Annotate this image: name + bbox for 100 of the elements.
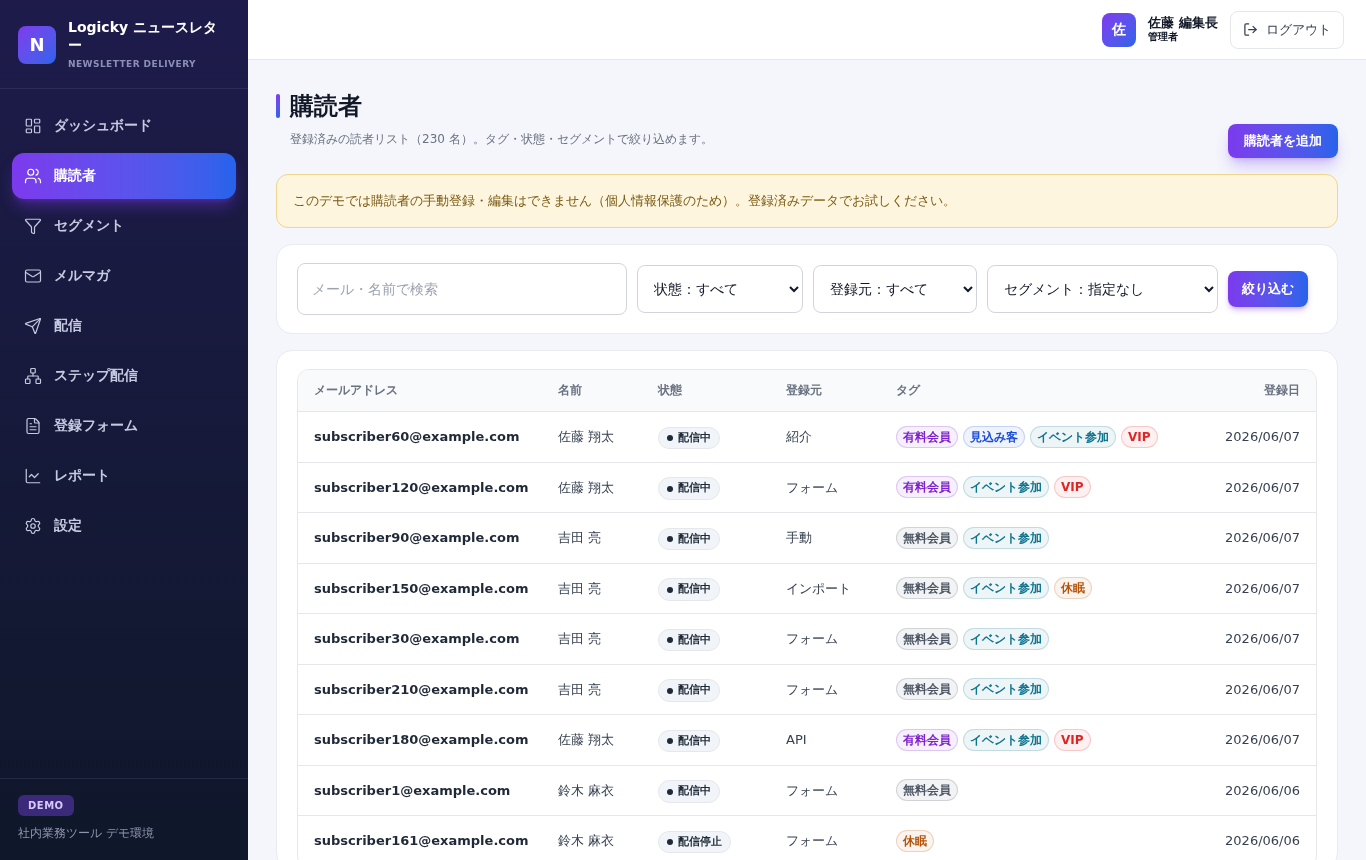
nodes-icon [24, 366, 42, 385]
name-cell: 鈴木 麻衣 [542, 765, 642, 816]
sidebar-item[interactable]: 登録フォーム [12, 402, 236, 449]
date-cell: 2026/06/07 [1208, 512, 1316, 563]
sidebar-item[interactable]: ステップ配信 [12, 352, 236, 399]
tag: イベント参加 [963, 476, 1049, 499]
page-title: 購読者 [290, 91, 362, 122]
date-cell: 2026/06/07 [1208, 613, 1316, 664]
send-icon [24, 316, 42, 335]
status-pill: 配信中 [658, 477, 720, 500]
tag: 休眠 [1054, 577, 1092, 600]
source-cell: フォーム [770, 765, 880, 816]
sidebar-item[interactable]: メルマガ [12, 252, 236, 299]
date-cell: 2026/06/07 [1208, 462, 1316, 513]
tag: 無料会員 [896, 627, 958, 650]
email-cell: subscriber90@example.com [298, 512, 542, 563]
filter-select[interactable]: 状態：すべて [637, 264, 803, 313]
sidebar-item[interactable]: ダッシュボード [12, 102, 236, 149]
name-cell: 吉田 亮 [542, 664, 642, 715]
name-cell: 吉田 亮 [542, 613, 642, 664]
environment-note: 社内業務ツール デモ環境 [18, 825, 154, 842]
title-accent [276, 94, 280, 118]
source-cell: フォーム [770, 613, 880, 664]
tag: イベント参加 [963, 678, 1049, 701]
source-cell: インポート [770, 563, 880, 614]
filter-icon [24, 216, 42, 235]
name-cell: 鈴木 麻衣 [542, 815, 642, 860]
document-icon [24, 416, 42, 435]
user-role: 管理者 [1148, 31, 1180, 44]
tag: 有料会員 [896, 728, 958, 751]
sidebar-item[interactable]: 配信 [12, 302, 236, 349]
tag: イベント参加 [1030, 425, 1116, 448]
email-cell: subscriber60@example.com [298, 411, 542, 462]
date-cell: 2026/06/07 [1208, 714, 1316, 765]
filter-select[interactable]: セグメント：指定なし [987, 264, 1218, 313]
column-header: 登録元 [770, 369, 880, 412]
sidebar-item[interactable]: 設定 [12, 502, 236, 549]
app-title: Logicky ニュースレター [68, 18, 218, 54]
tag: イベント参加 [963, 526, 1049, 549]
tag: 有料会員 [896, 476, 958, 499]
email-cell: subscriber1@example.com [298, 765, 542, 816]
tag: 無料会員 [896, 779, 958, 802]
name-cell: 吉田 亮 [542, 512, 642, 563]
name-cell: 佐藤 翔太 [542, 411, 642, 462]
name-cell: 吉田 亮 [542, 563, 642, 614]
tag: イベント参加 [963, 627, 1049, 650]
column-header: メールアドレス [298, 369, 542, 412]
column-header: 状態 [642, 369, 770, 412]
column-header: 名前 [542, 369, 642, 412]
filter-select[interactable]: 登録元：すべて [813, 264, 977, 313]
email-cell: subscriber210@example.com [298, 664, 542, 715]
tag: 無料会員 [896, 577, 958, 600]
date-cell: 2026/06/07 [1208, 563, 1316, 614]
email-cell: subscriber180@example.com [298, 714, 542, 765]
tag: 有料会員 [896, 425, 958, 448]
logout-icon [1243, 22, 1258, 37]
sidebar-item[interactable]: レポート [12, 452, 236, 499]
status-pill: 配信中 [658, 628, 720, 652]
settings-icon [24, 516, 42, 535]
search-field[interactable]: メール・名前で検索 [297, 262, 627, 315]
name-cell: 佐藤 翔太 [542, 714, 642, 765]
tag: 無料会員 [896, 678, 958, 701]
tag: VIP [1054, 476, 1091, 499]
source-cell: 紹介 [770, 411, 880, 462]
source-cell: 手動 [770, 512, 880, 563]
email-cell: subscriber161@example.com [298, 815, 542, 860]
sidebar-item[interactable]: セグメント [12, 202, 236, 249]
status-pill: 配信中 [658, 426, 720, 450]
app-subtitle: NEWSLETTER DELIVERY [68, 58, 197, 71]
line-chart-icon [24, 466, 42, 485]
tag: 見込み客 [963, 425, 1025, 448]
status-pill: 配信停止 [658, 830, 731, 854]
email-cell: subscriber150@example.com [298, 563, 542, 614]
sidebar-item[interactable]: 購読者 [12, 152, 236, 199]
page-subtitle: 登録済みの読者リスト（230 名）。タグ・状態・セグメントで絞り込めます。 [289, 131, 713, 148]
status-pill: 配信中 [658, 578, 720, 601]
status-pill: 配信中 [658, 780, 720, 803]
notice-banner: このデモでは購読者の手動登録・編集はできません（個人情報保護のため）。登録済みデータでお試しください。 [276, 174, 1338, 228]
name-cell: 佐藤 翔太 [542, 462, 642, 513]
status-pill: 配信中 [658, 679, 720, 702]
column-header: タグ [880, 369, 1209, 412]
tag: VIP [1121, 425, 1158, 448]
users-icon [24, 166, 42, 185]
add-subscriber-button[interactable]: 購読者を追加 [1228, 124, 1338, 158]
email-cell: subscriber120@example.com [298, 462, 542, 513]
mail-icon [24, 266, 42, 285]
source-cell: API [770, 714, 880, 765]
logout-button[interactable]: ログアウト [1230, 10, 1344, 49]
source-cell: フォーム [770, 462, 880, 513]
user-name: 佐藤 編集長 [1148, 15, 1218, 31]
status-pill: 配信中 [658, 527, 720, 551]
apply-filter-button[interactable]: 絞り込む [1228, 270, 1308, 307]
demo-badge: DEMO [18, 795, 74, 816]
dashboard-icon [24, 116, 42, 135]
tag: イベント参加 [963, 728, 1049, 751]
date-cell: 2026/06/07 [1208, 664, 1316, 715]
logo: N [18, 26, 56, 64]
date-cell: 2026/06/06 [1208, 815, 1316, 860]
status-pill: 配信中 [658, 729, 720, 753]
date-cell: 2026/06/06 [1208, 765, 1316, 816]
